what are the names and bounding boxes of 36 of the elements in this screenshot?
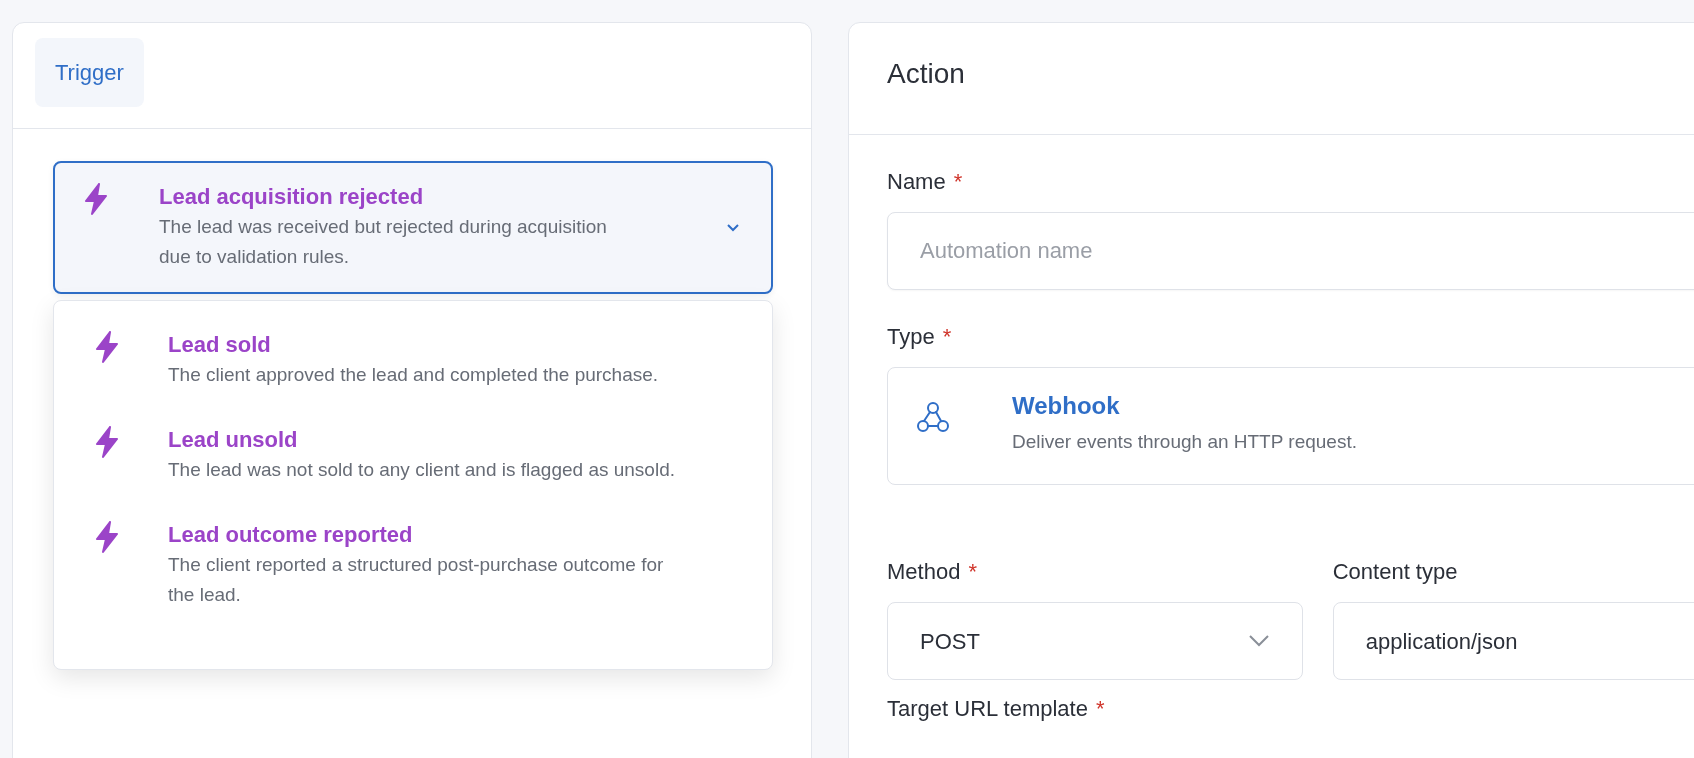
- webhook-icon: [916, 400, 950, 434]
- dropdown-option[interactable]: Lead outcome reported The client reported a structured post-purchase outcome for the lead.: [54, 513, 772, 619]
- type-option[interactable]: Webhook Deliver events through an HTTP request.: [887, 367, 1694, 485]
- required-mark: *: [1095, 696, 1105, 721]
- option-description: Deliver events through an HTTP request.: [1012, 430, 1357, 454]
- dropdown-option[interactable]: Lead sold The client approved the lead and completed the purchase.: [54, 323, 772, 399]
- field-label: Type: [887, 324, 935, 349]
- method-select[interactable]: POST: [887, 602, 1303, 680]
- option-description: The client approved the lead and completed the purchase.: [168, 362, 660, 387]
- option-title: Lead unsold: [168, 426, 299, 455]
- content-type-select[interactable]: application/json: [1332, 602, 1694, 680]
- option-description: The lead was not sold to any client and is flagged as unsold.: [168, 457, 676, 482]
- field-label: Content type: [1332, 559, 1458, 584]
- event-select[interactable]: Lead acquisition rejected The lead was received but rejected during acquisition due to validation rules.: [53, 161, 773, 295]
- lightning-icon: [94, 331, 120, 364]
- lightning-icon: [94, 426, 120, 459]
- lightning-icon: [94, 521, 120, 554]
- option-title: Lead outcome reported: [168, 521, 414, 550]
- required-mark: *: [953, 169, 963, 194]
- dropdown-option[interactable]: Lead unsold The lead was not sold to any client and is flagged as unsold.: [54, 418, 772, 494]
- option-description: The client reported a structured post-purchase outcome for the lead.: [168, 552, 665, 608]
- option-title: Webhook: [1012, 391, 1121, 421]
- field-label: Target URL template: [887, 696, 1088, 721]
- option-title: Lead sold: [168, 331, 272, 360]
- required-mark: *: [942, 324, 952, 349]
- field-label: Method: [887, 559, 961, 584]
- lightning-icon: [83, 183, 109, 215]
- trigger-tab[interactable]: Trigger: [35, 38, 144, 107]
- panel-title: Action: [849, 23, 1694, 135]
- chevron-down-icon: [1247, 634, 1270, 648]
- event-description: The lead was received but rejected during acquisition due to validation rules.: [159, 214, 608, 269]
- chevron-down-icon: [725, 221, 741, 234]
- name-input[interactable]: Automation name: [887, 212, 1694, 290]
- field-label: Name: [887, 169, 946, 194]
- required-mark: *: [968, 559, 977, 584]
- event-title: Lead acquisition rejected: [159, 183, 425, 211]
